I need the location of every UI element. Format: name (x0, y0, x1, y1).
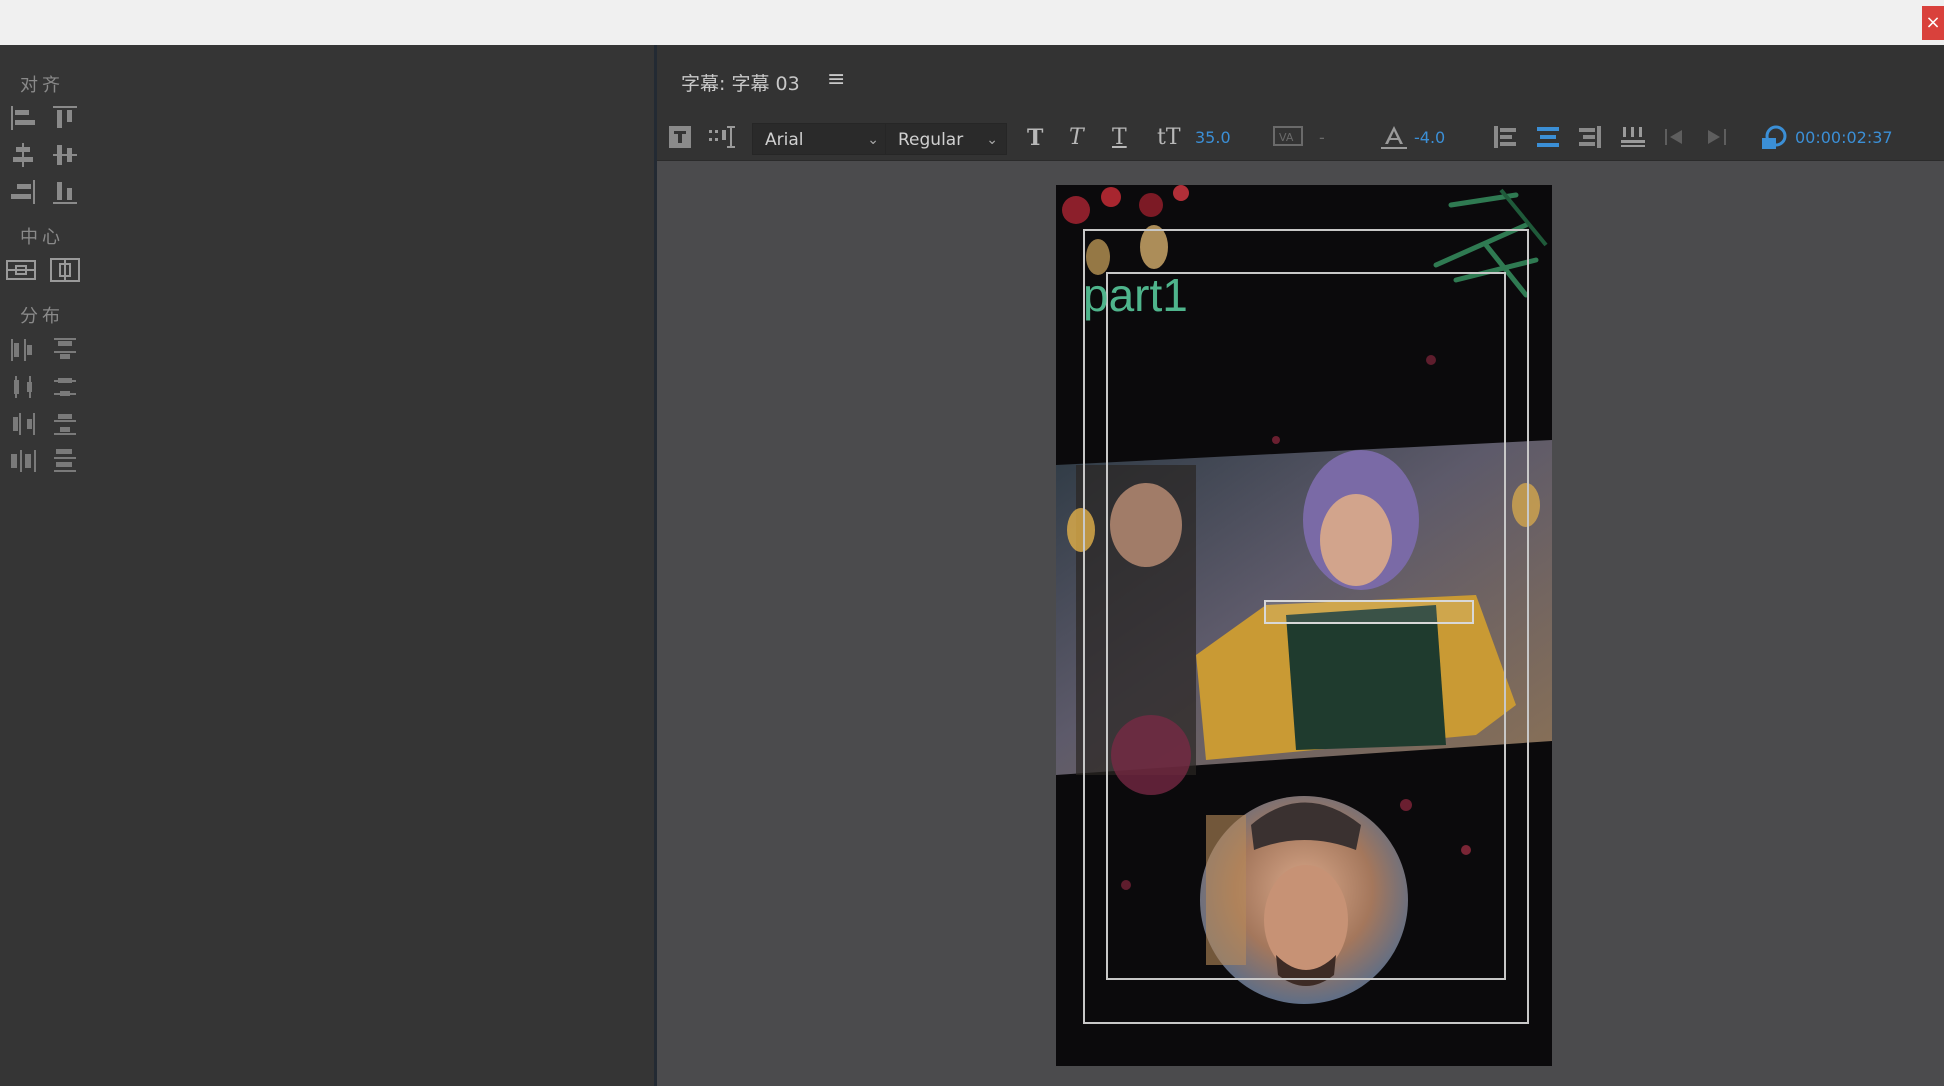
align-text-center-icon[interactable] (1535, 124, 1561, 152)
distribute-horizontal-center-icon[interactable] (8, 372, 38, 402)
tab-stops-icon[interactable] (1619, 124, 1647, 152)
font-size-value[interactable]: 35.0 (1195, 128, 1231, 147)
font-style-value: Regular (898, 130, 964, 150)
align-horizontal-center-icon[interactable] (8, 140, 38, 170)
roll-crawl-options-icon[interactable] (707, 124, 739, 152)
panel-header: 字幕: 字幕 03 ≡ (657, 45, 1944, 115)
underline-icon[interactable]: T (1112, 124, 1127, 152)
chevron-down-icon: ⌄ (986, 132, 998, 148)
font-style-dropdown[interactable]: Regular ⌄ (885, 123, 1007, 155)
close-button[interactable]: × (1922, 6, 1944, 40)
align-vertical-center-icon[interactable] (50, 140, 80, 170)
center-section-label: 中心 (20, 227, 64, 248)
distribute-horizontal-spacing-icon[interactable] (8, 446, 38, 476)
font-size-icon: tT (1157, 125, 1181, 150)
kerning-icon: VA (1272, 124, 1304, 152)
center-horizontal-icon[interactable] (6, 255, 36, 285)
distribute-vertical-spacing-icon[interactable] (50, 446, 80, 476)
distribute-top-icon[interactable] (50, 335, 80, 365)
leading-value[interactable]: -4.0 (1414, 128, 1445, 147)
new-title-icon[interactable] (667, 124, 693, 152)
align-right-icon[interactable] (8, 177, 38, 207)
kerning-value[interactable]: - (1319, 128, 1325, 147)
text-selection-box[interactable] (1264, 600, 1474, 624)
font-family-value: Arial (765, 130, 804, 150)
align-section-label: 对齐 (20, 75, 64, 96)
panel-menu-icon[interactable]: ≡ (827, 67, 845, 92)
align-panel: 对齐 中心 分布 (0, 45, 654, 1086)
italic-icon[interactable]: T (1069, 124, 1084, 152)
previous-frame-icon[interactable] (1662, 124, 1690, 152)
leading-icon (1379, 124, 1409, 152)
title-text-object[interactable]: part1 (1083, 268, 1188, 322)
align-text-left-icon[interactable] (1492, 124, 1518, 152)
center-vertical-icon[interactable] (50, 255, 80, 285)
next-frame-icon[interactable] (1702, 124, 1730, 152)
show-background-video-icon[interactable] (1759, 124, 1789, 152)
svg-text:VA: VA (1279, 131, 1294, 144)
align-top-icon[interactable] (50, 103, 80, 133)
window-title-bar: × (0, 0, 1944, 45)
distribute-right-icon[interactable] (8, 409, 38, 439)
chevron-down-icon: ⌄ (867, 132, 879, 148)
timecode-value[interactable]: 00:00:02:37 (1795, 128, 1893, 147)
align-bottom-icon[interactable] (50, 177, 80, 207)
panel-title: 字幕: 字幕 03 (681, 73, 800, 95)
distribute-bottom-icon[interactable] (50, 409, 80, 439)
distribute-left-icon[interactable] (8, 335, 38, 365)
safe-title-margin (1106, 272, 1506, 980)
align-text-right-icon[interactable] (1577, 124, 1603, 152)
bold-icon[interactable]: T (1027, 124, 1043, 152)
distribute-vertical-center-icon[interactable] (50, 372, 80, 402)
align-left-icon[interactable] (8, 103, 38, 133)
title-toolbar: Arial ⌄ Regular ⌄ T T T tT 35.0 VA - -4.… (657, 115, 1944, 161)
distribute-section-label: 分布 (20, 306, 64, 327)
font-family-dropdown[interactable]: Arial ⌄ (752, 123, 888, 155)
